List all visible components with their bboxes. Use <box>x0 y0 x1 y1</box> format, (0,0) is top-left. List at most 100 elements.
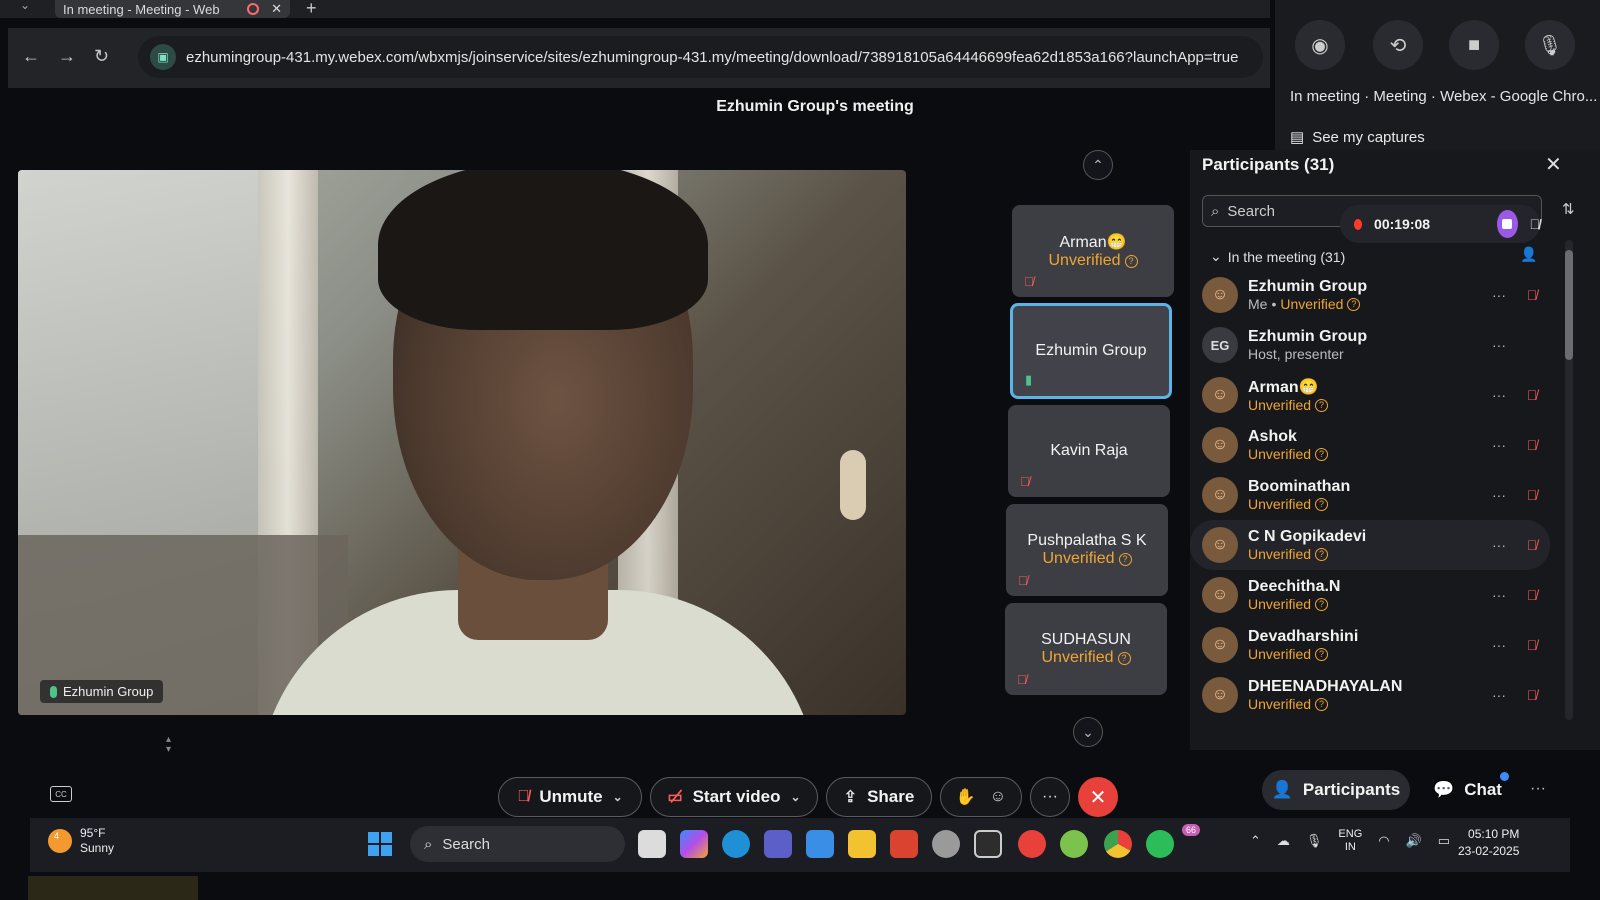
mic-muted-icon[interactable]: 🎙̸ <box>1514 437 1550 453</box>
more-options-icon[interactable]: ··· <box>1484 437 1514 453</box>
participant-role: Host, presenter <box>1248 346 1344 362</box>
filmstrip-tile[interactable]: Kavin Raja 🎙̸ <box>1008 405 1170 497</box>
chevron-down-icon[interactable]: ⌄ <box>613 790 623 804</box>
disk-app-icon[interactable] <box>932 830 960 858</box>
invite-person-icon[interactable]: 👤 <box>1520 246 1537 263</box>
wps-icon[interactable] <box>1018 830 1046 858</box>
unmute-button[interactable]: 🎙̸ Unmute ⌄ <box>498 777 642 817</box>
participant-name: Ezhumin Group <box>1248 278 1368 295</box>
teams-icon[interactable] <box>764 830 792 858</box>
mic-active-icon: ▮ <box>1025 372 1033 387</box>
mic-muted-icon[interactable]: 🎙̸ <box>1514 487 1550 503</box>
microphone-icon[interactable]: 🎙 <box>1306 833 1323 849</box>
reload-icon[interactable]: ↻ <box>94 46 109 67</box>
chevron-up-icon[interactable]: ⌃ <box>1250 833 1261 849</box>
copilot-icon[interactable] <box>680 830 708 858</box>
file-explorer-icon[interactable] <box>848 830 876 858</box>
mic-muted-icon[interactable]: 🎙̸ <box>1514 387 1550 403</box>
rotate-button[interactable]: ⟲ <box>1373 20 1423 70</box>
reactions-icon[interactable]: ☺ <box>990 788 1006 806</box>
windows-start-icon[interactable] <box>368 832 392 856</box>
webex-app-icon[interactable] <box>1060 830 1088 858</box>
more-options-icon[interactable]: ··· <box>1484 637 1514 653</box>
in-meeting-section[interactable]: ⌄ In the meeting (31) <box>1210 248 1345 265</box>
task-view-icon[interactable] <box>638 830 666 858</box>
mic-muted-icon[interactable]: 🎙̸ <box>1514 287 1550 303</box>
start-video-button[interactable]: ▭̸ Start video ⌄ <box>650 777 818 817</box>
wifi-icon[interactable]: ◠ <box>1378 833 1389 849</box>
participant-row[interactable]: ☺ Boominathan Unverified? ··· 🎙̸ <box>1190 470 1550 520</box>
close-tab-icon[interactable]: ✕ <box>271 1 282 17</box>
volume-icon[interactable]: 🔊 <box>1406 833 1422 849</box>
closed-captions-icon[interactable]: CC <box>50 786 72 802</box>
chrome-icon[interactable] <box>1104 830 1132 858</box>
filmstrip-tile[interactable]: Arman😁 Unverified? 🎙̸ <box>1012 205 1174 297</box>
office-icon[interactable] <box>890 830 918 858</box>
camera-capture-button[interactable]: ◉ <box>1295 20 1345 70</box>
battery-icon[interactable]: ▭ <box>1438 833 1450 849</box>
remote-desktop-icon[interactable] <box>974 830 1002 858</box>
scrollbar-thumb[interactable] <box>1565 250 1573 360</box>
taskbar-clock[interactable]: 05:10 PM 23-02-2025 <box>1458 826 1519 860</box>
taskbar-search[interactable]: ⌕ Search <box>410 826 625 862</box>
tab-search-icon[interactable]: ⌄ <box>20 0 30 12</box>
resize-handle-icon[interactable]: ▴ ▾ <box>166 735 171 755</box>
participant-row-hovered[interactable]: ☺ C N Gopikadevi Unverified? ··· 🎙̸ <box>1190 520 1550 570</box>
language-indicator[interactable]: ENG IN <box>1338 828 1362 854</box>
more-options-button[interactable]: ··· <box>1030 777 1070 817</box>
main-video-stage[interactable]: Ezhumin Group <box>18 170 906 715</box>
participant-row[interactable]: ☺ Deechitha.N Unverified? ··· 🎙̸ <box>1190 570 1550 620</box>
taskbar-search-label: Search <box>442 835 490 853</box>
participant-row[interactable]: EG Ezhumin Group Host, presenter ··· <box>1190 320 1550 370</box>
mic-active-icon <box>50 685 57 698</box>
more-icon[interactable]: ··· <box>1530 780 1546 798</box>
participant-row[interactable]: ☺ Arman😁 Unverified? ··· 🎙̸ <box>1190 370 1550 420</box>
filmstrip-tile[interactable]: SUDHASUN Unverified? 🎙̸ <box>1005 603 1167 695</box>
share-button[interactable]: ⇪ Share <box>826 777 932 817</box>
edge-icon[interactable] <box>722 830 750 858</box>
more-options-icon[interactable]: ··· <box>1484 387 1514 403</box>
participant-row[interactable]: ☺ Ashok Unverified? ··· 🎙̸ <box>1190 420 1550 470</box>
address-bar[interactable]: ▣ ezhumingroup-431.my.webex.com/wbxmjs/j… <box>138 36 1263 78</box>
browser-tab[interactable]: In meeting - Meeting - Web ✕ <box>55 0 290 18</box>
new-tab-button[interactable]: + <box>306 0 317 19</box>
leave-meeting-button[interactable]: ✕ <box>1078 777 1118 817</box>
more-options-icon[interactable]: ··· <box>1484 337 1514 353</box>
weather-widget[interactable]: 4 95°F Sunny <box>48 826 114 856</box>
close-panel-icon[interactable]: ✕ <box>1545 152 1562 177</box>
participant-row[interactable]: ☺ Devadharshini Unverified? ··· 🎙̸ <box>1190 620 1550 670</box>
sort-icon[interactable]: ⇅ <box>1562 200 1575 218</box>
participants-button[interactable]: 👤 Participants <box>1262 770 1410 810</box>
back-icon[interactable]: ← <box>22 46 40 67</box>
more-options-icon[interactable]: ··· <box>1484 537 1514 553</box>
more-options-icon[interactable]: ··· <box>1484 287 1514 303</box>
see-captures-link[interactable]: ▤ See my captures <box>1290 128 1425 147</box>
whatsapp-icon[interactable] <box>1146 830 1174 858</box>
filmstrip-down-button[interactable]: ⌄ <box>1073 717 1103 747</box>
more-options-icon[interactable]: ··· <box>1484 587 1514 603</box>
filmstrip-up-button[interactable]: ⌃ <box>1083 150 1113 180</box>
site-info-icon[interactable]: ▣ <box>150 44 176 70</box>
more-options-icon[interactable]: ··· <box>1484 687 1514 703</box>
participant-scrollbar[interactable] <box>1565 240 1573 720</box>
forward-icon[interactable]: → <box>58 46 76 67</box>
participant-row[interactable]: ☺ Ezhumin Group Me • Unverified? ··· 🎙̸ <box>1190 270 1550 320</box>
participant-row[interactable]: ☺ DHEENADHAYALAN Unverified? ··· 🎙̸ <box>1190 670 1550 720</box>
stop-recording-button[interactable] <box>1497 210 1518 238</box>
chat-button[interactable]: 💬 Chat <box>1425 770 1510 810</box>
mic-muted-icon[interactable]: 🎙̸ <box>1514 687 1550 703</box>
filmstrip-tile-active[interactable]: Ezhumin Group ▮ <box>1010 303 1172 399</box>
stop-capture-button[interactable]: ■ <box>1449 20 1499 70</box>
more-options-icon[interactable]: ··· <box>1484 487 1514 503</box>
mic-muted-icon[interactable]: 🎙̸ <box>1514 537 1550 553</box>
mic-off-button[interactable]: 🎙 <box>1525 20 1575 70</box>
filmstrip-tile[interactable]: Pushpalatha S K Unverified? 🎙̸ <box>1006 504 1168 596</box>
store-icon[interactable] <box>806 830 834 858</box>
raise-hand-icon[interactable]: ✋ <box>956 787 976 807</box>
mic-muted-icon[interactable]: 🎙̸ <box>1514 637 1550 653</box>
cloud-icon[interactable]: ☁ <box>1277 833 1290 849</box>
mic-muted-icon[interactable]: 🎙̸ <box>1530 216 1541 232</box>
mic-muted-icon[interactable]: 🎙̸ <box>1514 587 1550 603</box>
chevron-down-icon[interactable]: ⌄ <box>790 790 800 804</box>
recording-timer-pill: 00:19:08 🎙̸ <box>1340 205 1540 243</box>
